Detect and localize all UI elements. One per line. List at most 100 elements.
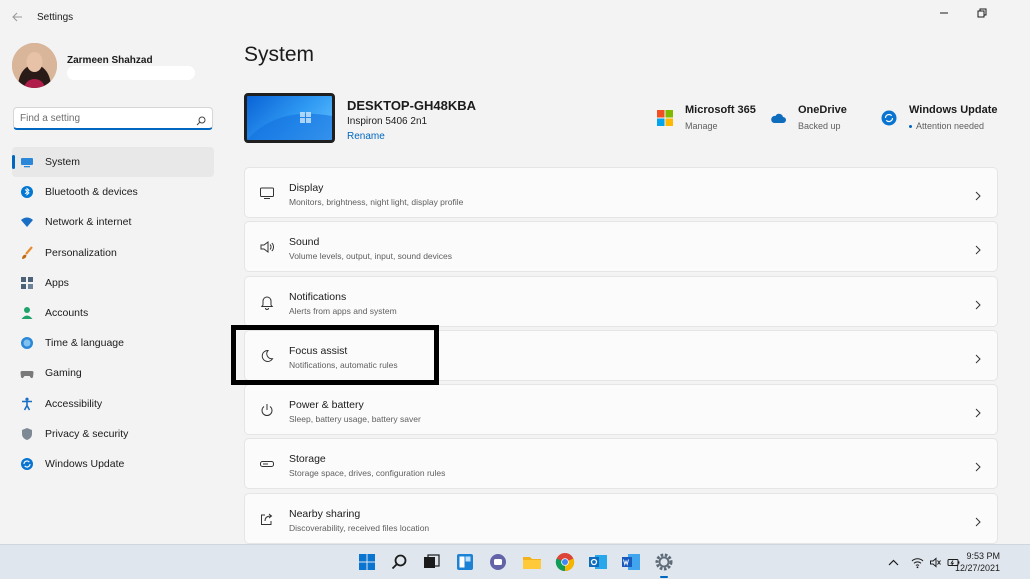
device-model: Inspiron 5406 2n1 xyxy=(347,116,428,127)
search-box[interactable] xyxy=(13,107,213,130)
card-description: Volume levels, output, input, sound devi… xyxy=(289,251,453,262)
sidebar-item-time-language[interactable]: Time & language xyxy=(12,328,214,358)
device-thumbnail xyxy=(244,93,335,143)
card-notifications[interactable]: Notifications Alerts from apps and syste… xyxy=(244,275,998,327)
user-name: Zarmeen Shahzad xyxy=(67,55,153,66)
search-icon[interactable] xyxy=(196,113,206,131)
sidebar-item-label: Network & internet xyxy=(45,216,132,229)
card-sound[interactable]: Sound Volume levels, output, input, soun… xyxy=(244,221,998,273)
file-explorer-icon[interactable] xyxy=(521,551,543,573)
card-title: Storage xyxy=(289,453,326,466)
card-storage[interactable]: Storage Storage space, drives, configura… xyxy=(244,438,998,490)
teams-chat-icon[interactable] xyxy=(487,551,509,573)
title-bar: Settings xyxy=(0,0,1030,36)
sidebar-item-label: Accessibility xyxy=(45,397,103,410)
clock-time: 9:53 PM xyxy=(966,551,1000,561)
card-description: Storage space, drives, configuration rul… xyxy=(289,468,446,479)
page-title: System xyxy=(244,43,315,66)
sidebar-item-label: Privacy & security xyxy=(45,427,129,440)
globe-clock-icon xyxy=(20,336,34,350)
clock-date: 12/27/2021 xyxy=(954,563,1000,573)
minimize-icon[interactable] xyxy=(930,4,958,22)
person-icon xyxy=(20,306,34,320)
windows-update-icon xyxy=(881,110,897,126)
sidebar-item-label: Accounts xyxy=(45,307,89,320)
card-description: Monitors, brightness, night light, displ… xyxy=(289,197,464,207)
maximize-icon[interactable] xyxy=(968,4,996,22)
share-icon xyxy=(259,511,275,527)
chrome-icon[interactable] xyxy=(554,551,576,573)
onedrive-cloud-icon xyxy=(770,110,786,126)
chevron-right-icon xyxy=(974,242,982,255)
accessibility-icon xyxy=(20,397,34,411)
avatar[interactable] xyxy=(12,43,57,88)
bluetooth-icon xyxy=(20,185,34,199)
search-input[interactable] xyxy=(20,111,190,126)
storage-drive-icon xyxy=(259,456,275,472)
sidebar-item-label: Windows Update xyxy=(45,457,125,470)
sidebar-nav: System Bluetooth & devices Network & int… xyxy=(12,147,214,479)
card-nearby-sharing[interactable]: Nearby sharing Discoverability, received… xyxy=(244,492,998,544)
gamepad-icon xyxy=(20,366,34,380)
sidebar-item-privacy[interactable]: Privacy & security xyxy=(12,419,214,449)
sidebar-item-gaming[interactable]: Gaming xyxy=(12,358,214,388)
chevron-right-icon xyxy=(974,459,982,472)
sidebar-item-bluetooth[interactable]: Bluetooth & devices xyxy=(12,177,214,207)
sidebar-item-label: Bluetooth & devices xyxy=(45,186,138,199)
clock[interactable]: 9:53 PM 12/27/2021 xyxy=(955,550,1000,574)
sidebar-item-network[interactable]: Network & internet xyxy=(12,207,214,237)
system-display-icon xyxy=(20,155,34,169)
sidebar-item-accessibility[interactable]: Accessibility xyxy=(12,389,214,419)
chevron-right-icon xyxy=(974,297,982,309)
sidebar-item-apps[interactable]: Apps xyxy=(12,268,214,298)
bell-icon xyxy=(259,294,275,310)
card-title: Nearby sharing xyxy=(289,507,361,520)
card-description: Sleep, battery usage, battery saver xyxy=(289,414,421,425)
device-name: DESKTOP-GH48KBA xyxy=(347,98,477,113)
sidebar-item-label: System xyxy=(45,156,81,169)
speaker-icon xyxy=(259,239,275,255)
microsoft-365-icon xyxy=(657,110,673,126)
back-arrow-icon[interactable] xyxy=(10,11,24,25)
card-title: Display xyxy=(289,182,324,194)
sidebar-item-windows-update[interactable]: Windows Update xyxy=(12,449,214,479)
sidebar-item-label: Time & language xyxy=(45,337,124,350)
qs-subtitle: Backed up xyxy=(798,121,841,131)
qs-subtitle-text: Attention needed xyxy=(916,121,985,131)
monitor-icon xyxy=(259,185,275,201)
search-icon[interactable] xyxy=(388,551,410,573)
update-icon xyxy=(20,457,34,471)
taskbar: 9:53 PM 12/27/2021 xyxy=(0,544,1030,579)
card-description: Discoverability, received files location xyxy=(289,522,430,533)
widgets-icon[interactable] xyxy=(454,551,476,573)
wifi-icon xyxy=(20,215,34,229)
wifi-icon[interactable] xyxy=(911,556,924,569)
chevron-right-icon xyxy=(974,351,982,364)
brush-icon xyxy=(20,245,34,260)
apps-icon xyxy=(20,276,34,290)
task-view-icon[interactable] xyxy=(420,551,442,573)
word-icon[interactable] xyxy=(620,551,642,573)
qs-title: Windows Update xyxy=(909,104,998,116)
sidebar-item-label: Personalization xyxy=(45,246,117,259)
windows-start-icon[interactable] xyxy=(356,551,378,573)
sidebar-item-personalization[interactable]: Personalization xyxy=(12,238,214,268)
shield-icon xyxy=(20,427,34,441)
redacted-email xyxy=(67,66,195,80)
sidebar-item-accounts[interactable]: Accounts xyxy=(12,298,214,328)
power-icon xyxy=(259,402,275,418)
sidebar-item-system[interactable]: System xyxy=(12,147,214,178)
chevron-up-icon[interactable] xyxy=(887,556,900,569)
chevron-right-icon xyxy=(974,188,982,201)
card-display[interactable]: Display Monitors, brightness, night ligh… xyxy=(244,167,998,218)
outlook-icon[interactable] xyxy=(587,551,609,573)
volume-icon[interactable] xyxy=(929,556,942,569)
rename-link[interactable]: Rename xyxy=(347,131,385,142)
card-title: Sound xyxy=(289,236,320,249)
sidebar-item-label: Gaming xyxy=(45,367,82,380)
chevron-right-icon xyxy=(974,405,982,418)
settings-gear-icon[interactable] xyxy=(653,551,675,578)
card-power-battery[interactable]: Power & battery Sleep, battery usage, ba… xyxy=(244,384,998,436)
card-title: Notifications xyxy=(289,290,347,303)
qs-subtitle: Manage xyxy=(685,121,718,131)
